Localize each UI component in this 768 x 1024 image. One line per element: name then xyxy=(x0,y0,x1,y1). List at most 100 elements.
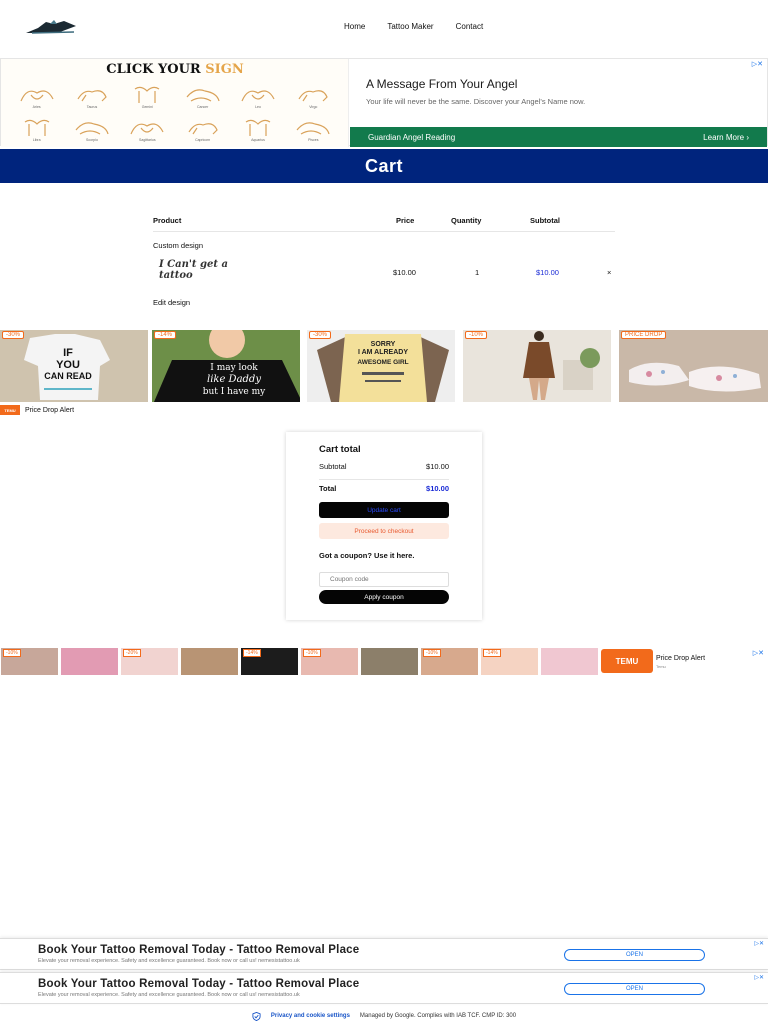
product-ad-strip[interactable]: TEMU Price Drop Alert Temu ▷✕ -10% -20% -1… xyxy=(0,648,768,675)
adchoices-icon[interactable]: ▷✕ xyxy=(754,974,764,981)
ad-subtext: Your life will never be the same. Discov… xyxy=(366,97,586,106)
product-ad-thumb[interactable]: -10% xyxy=(421,648,478,675)
zodiac-sign-scorpio[interactable]: Scorpio xyxy=(64,112,119,145)
temu-sublabel: Temu xyxy=(656,664,666,669)
price-drop-alert[interactable]: Price Drop Alert Temu xyxy=(656,655,705,669)
zodiac-ad-image[interactable]: CLICK YOUR SIGN Aries Taurus Gemini Cancer L… xyxy=(1,59,349,147)
product-ad-tile[interactable]: I may look like Daddy but I have my -14% xyxy=(152,330,300,402)
product-ad-thumb[interactable]: -10% xyxy=(301,648,358,675)
zodiac-sign-label: Sagittarius xyxy=(139,137,156,142)
bottom-ad-banner[interactable]: Book Your Tattoo Removal Today - Tattoo … xyxy=(0,938,768,970)
zodiac-sign-sagittarius[interactable]: Sagittarius xyxy=(120,112,175,145)
discount-badge: -30% xyxy=(309,331,332,339)
zodiac-illustration xyxy=(245,119,271,136)
open-button[interactable]: OPEN xyxy=(564,983,705,995)
zodiac-illustration xyxy=(298,89,329,101)
discount-badge: -10% xyxy=(303,649,321,657)
remove-item-button[interactable]: × xyxy=(607,268,611,277)
update-cart-button[interactable]: Update cart xyxy=(319,502,449,518)
zodiac-illustration xyxy=(186,88,220,102)
zodiac-sign-taurus[interactable]: Taurus xyxy=(64,79,119,112)
nav-home[interactable]: Home xyxy=(344,22,365,31)
product-ad-tile[interactable]: SORRY I AM ALREADY AWESOME GIRL -30% xyxy=(307,330,455,402)
temu-logo[interactable]: TEMU xyxy=(601,649,653,673)
zodiac-sign-gemini[interactable]: Gemini xyxy=(120,79,175,112)
tshirt-image: SORRY I AM ALREADY AWESOME GIRL xyxy=(307,330,455,402)
product-ad-thumb[interactable]: -20% xyxy=(121,648,178,675)
cart-group-label: Custom design xyxy=(153,241,204,250)
ad-cta-bar[interactable]: Guardian Angel Reading Learn More › xyxy=(350,127,767,147)
subtotal-value: $10.00 xyxy=(426,462,449,471)
ad-headline: Book Your Tattoo Removal Today - Tattoo … xyxy=(38,944,360,956)
product-ad-thumb[interactable]: -14% xyxy=(241,648,298,675)
ad-headline: A Message From Your Angel xyxy=(366,77,518,91)
site-logo[interactable] xyxy=(24,18,78,36)
product-ad-tile[interactable]: -10% xyxy=(463,330,611,402)
zodiac-sign-label: Virgo xyxy=(309,104,318,109)
discount-badge: -10% xyxy=(423,649,441,657)
discount-badge: -10% xyxy=(465,331,488,339)
zodiac-sign-leo[interactable]: Leo xyxy=(230,79,285,112)
proceed-to-checkout-button[interactable]: Proceed to checkout xyxy=(319,523,449,539)
nav-tattoo-maker[interactable]: Tattoo Maker xyxy=(387,22,433,31)
zodiac-sign-aries[interactable]: Aries xyxy=(9,79,64,112)
zodiac-sign-cancer[interactable]: Cancer xyxy=(175,79,230,112)
discount-badge: -14% xyxy=(483,649,501,657)
zodiac-sign-capricorn[interactable]: Capricorn xyxy=(175,112,230,145)
svg-text:AWESOME GIRL: AWESOME GIRL xyxy=(357,359,408,366)
apply-coupon-button[interactable]: Apply coupon xyxy=(319,590,449,604)
discount-badge: -30% xyxy=(2,331,25,339)
adchoices-icon[interactable]: ▷✕ xyxy=(752,60,763,68)
zodiac-illustration xyxy=(77,89,107,101)
product-ad-tile[interactable]: IF YOU CAN READ -30% xyxy=(0,330,148,402)
design-thumbnail[interactable]: I Can't get a tattoo xyxy=(159,259,247,289)
zodiac-grid: Aries Taurus Gemini Cancer Leo Virgo Libra Scor… xyxy=(9,79,341,145)
consent-footer: Privacy and cookie settings Managed by G… xyxy=(0,1008,768,1024)
learn-more-button[interactable]: Learn More › xyxy=(703,133,749,142)
edit-design-link[interactable]: Edit design xyxy=(153,298,190,307)
zodiac-illustration xyxy=(134,86,160,103)
temu-logo: TEMU xyxy=(0,405,20,415)
zodiac-illustration xyxy=(241,89,275,101)
zodiac-sign-aquarius[interactable]: Aquarius xyxy=(230,112,285,145)
open-button[interactable]: OPEN xyxy=(564,949,705,961)
zodiac-sign-label: Aquarius xyxy=(251,137,265,142)
zodiac-sign-label: Leo xyxy=(255,104,261,109)
product-ad-tile[interactable]: PRICE DROP xyxy=(619,330,768,402)
adchoices-icon[interactable]: ▷✕ xyxy=(753,649,764,657)
column-header-price: Price xyxy=(396,216,415,225)
nav-contact[interactable]: Contact xyxy=(456,22,484,31)
zodiac-illustration xyxy=(75,121,109,135)
product-ad-thumb[interactable]: -14% xyxy=(481,648,538,675)
bottom-ad-banner[interactable]: Book Your Tattoo Removal Today - Tattoo … xyxy=(0,972,768,1004)
product-ad-thumb[interactable] xyxy=(181,648,238,675)
item-quantity[interactable]: 1 xyxy=(475,268,479,277)
zodiac-sign-pisces[interactable]: Pisces xyxy=(286,112,341,145)
coupon-code-input[interactable] xyxy=(319,572,449,587)
cart-total-title: Cart total xyxy=(319,444,361,455)
total-value: $10.00 xyxy=(426,484,449,493)
privacy-settings-link[interactable]: Privacy and cookie settings xyxy=(271,1013,350,1019)
price-drop-label[interactable]: Price Drop Alert xyxy=(25,407,74,414)
subtotal-row: Subtotal $10.00 xyxy=(319,462,449,471)
price-drop-label: Price Drop Alert xyxy=(656,655,706,662)
adchoices-icon[interactable]: ▷✕ xyxy=(754,940,764,947)
dress-model-image xyxy=(463,330,611,402)
zodiac-sign-virgo[interactable]: Virgo xyxy=(286,79,341,112)
angel-ad-panel[interactable]: A Message From Your Angel Your life will… xyxy=(350,59,767,147)
total-label: Total xyxy=(319,484,337,493)
svg-text:SORRY: SORRY xyxy=(371,341,396,348)
shield-icon xyxy=(252,1011,261,1021)
product-ad-thumb[interactable]: -10% xyxy=(1,648,58,675)
product-ad-row[interactable]: IF YOU CAN READ -30% I may look like Dad… xyxy=(0,330,768,415)
product-ad-thumb[interactable] xyxy=(361,648,418,675)
top-advertisement[interactable]: CLICK YOUR SIGN Aries Taurus Gemini Cancer L… xyxy=(0,58,768,147)
zodiac-illustration xyxy=(130,122,164,134)
product-ad-thumb[interactable] xyxy=(61,648,118,675)
column-header-subtotal: Subtotal xyxy=(530,216,560,225)
product-ad-thumb[interactable] xyxy=(541,648,598,675)
baby-onesie-image: IF YOU CAN READ xyxy=(0,330,148,402)
main-nav: Home Tattoo Maker Contact xyxy=(344,22,483,31)
ad-headline: Book Your Tattoo Removal Today - Tattoo … xyxy=(38,978,360,990)
zodiac-sign-libra[interactable]: Libra xyxy=(9,112,64,145)
